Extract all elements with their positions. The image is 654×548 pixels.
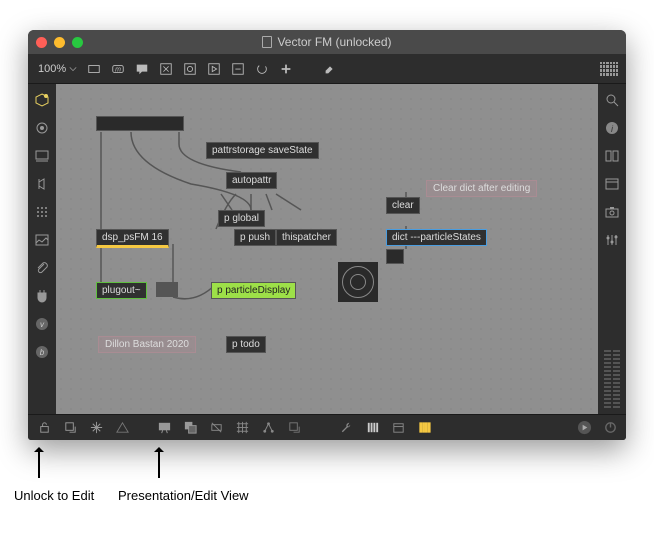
route-button[interactable] xyxy=(258,418,278,438)
grid-toggle-button[interactable] xyxy=(232,418,252,438)
right-sidebar: i xyxy=(598,84,626,414)
grid-view-button[interactable] xyxy=(598,59,620,79)
p-global-object[interactable]: p global xyxy=(218,210,265,227)
document-icon xyxy=(262,36,272,48)
bottom-toolbar xyxy=(28,414,626,440)
inspector-button[interactable]: i xyxy=(602,118,622,138)
chevron-down-icon xyxy=(69,66,77,72)
piano-button[interactable] xyxy=(362,418,382,438)
autopattr-object[interactable]: autopattr xyxy=(226,172,277,189)
minimize-window-button[interactable] xyxy=(54,37,65,48)
console-button[interactable] xyxy=(602,174,622,194)
reference-button[interactable] xyxy=(602,146,622,166)
arrow-icon xyxy=(158,448,160,478)
image-objects-button[interactable] xyxy=(32,230,52,250)
p-push-object[interactable]: p push xyxy=(234,229,276,246)
thispatcher-object[interactable]: thispatcher xyxy=(276,229,337,246)
freeze-button[interactable] xyxy=(86,418,106,438)
zoom-level[interactable]: 100% xyxy=(34,61,81,77)
main-body: v b pattrstorage saveState autop xyxy=(28,84,626,414)
play-button[interactable] xyxy=(574,418,594,438)
attachment-button[interactable] xyxy=(32,258,52,278)
app-window: Vector FM (unlocked) 100% m xyxy=(28,30,626,440)
blank-outlet[interactable] xyxy=(386,249,404,264)
power-button[interactable] xyxy=(600,418,620,438)
hide-button[interactable] xyxy=(206,418,226,438)
record-icon-button[interactable] xyxy=(32,118,52,138)
blank-object[interactable] xyxy=(96,116,184,131)
bottom-new-view-button[interactable] xyxy=(284,418,304,438)
p-todo-object[interactable]: p todo xyxy=(226,336,266,353)
window-controls xyxy=(36,37,83,48)
mixer-button[interactable] xyxy=(602,230,622,250)
outlet-object[interactable] xyxy=(156,282,178,297)
level-meter xyxy=(604,348,620,408)
object-palette-button[interactable] xyxy=(32,90,52,110)
patcher-canvas[interactable]: pattrstorage saveState autopattr p globa… xyxy=(56,84,598,414)
search-button[interactable] xyxy=(602,90,622,110)
new-view-button[interactable] xyxy=(60,418,80,438)
credit-comment[interactable]: Dillon Bastan 2020 xyxy=(98,336,196,353)
left-sidebar: v b xyxy=(28,84,56,414)
arrow-icon xyxy=(38,448,40,478)
maximize-window-button[interactable] xyxy=(72,37,83,48)
plugin-button[interactable] xyxy=(32,286,52,306)
presentation-mode-button[interactable] xyxy=(154,418,174,438)
p-particle-display-object[interactable]: p particleDisplay xyxy=(211,282,296,299)
dsp-object[interactable]: dsp_psFM 16 xyxy=(96,229,169,248)
number-tool-button[interactable] xyxy=(227,59,249,79)
svg-text:m: m xyxy=(115,66,121,73)
titlebar: Vector FM (unlocked) xyxy=(28,30,626,54)
calendar-button[interactable] xyxy=(388,418,408,438)
audio-objects-button[interactable] xyxy=(32,174,52,194)
title-text: Vector FM (unlocked) xyxy=(277,35,391,49)
external-annotations: Unlock to Edit Presentation/Edit View xyxy=(28,448,626,518)
top-toolbar: 100% m xyxy=(28,54,626,84)
unlock-annotation: Unlock to Edit xyxy=(14,488,94,503)
clear-dict-comment[interactable]: Clear dict after editing xyxy=(426,180,537,197)
window-title: Vector FM (unlocked) xyxy=(28,35,626,49)
clear-message[interactable]: clear xyxy=(386,197,420,214)
warning-button[interactable] xyxy=(112,418,132,438)
wrench-button[interactable] xyxy=(336,418,356,438)
snapshot-button[interactable] xyxy=(602,202,622,222)
plugout-object[interactable]: plugout~ xyxy=(96,282,147,299)
message-tool-button[interactable]: m xyxy=(107,59,129,79)
comment-tool-button[interactable] xyxy=(131,59,153,79)
zoom-value: 100% xyxy=(38,63,66,75)
button-tool-button[interactable] xyxy=(203,59,225,79)
ui-objects-button[interactable] xyxy=(32,146,52,166)
dial-tool-button[interactable] xyxy=(251,59,273,79)
pattrstorage-object[interactable]: pattrstorage saveState xyxy=(206,142,319,159)
signal-meter-button[interactable] xyxy=(414,418,434,438)
matrix-button[interactable] xyxy=(32,202,52,222)
layers-button[interactable] xyxy=(180,418,200,438)
beap-button[interactable]: b xyxy=(32,342,52,362)
paint-tool-button[interactable] xyxy=(319,59,341,79)
close-window-button[interactable] xyxy=(36,37,47,48)
svg-text:b: b xyxy=(40,348,45,357)
lock-button[interactable] xyxy=(34,418,54,438)
toggle-tool-button[interactable] xyxy=(179,59,201,79)
add-tool-button[interactable] xyxy=(275,59,297,79)
presentation-annotation: Presentation/Edit View xyxy=(118,488,249,503)
object-tool-button[interactable] xyxy=(83,59,105,79)
scope-object[interactable] xyxy=(338,262,378,302)
js-objects-button[interactable]: v xyxy=(32,314,52,334)
dict-object[interactable]: dict ---particleStates xyxy=(386,229,487,246)
bang-tool-button[interactable] xyxy=(155,59,177,79)
